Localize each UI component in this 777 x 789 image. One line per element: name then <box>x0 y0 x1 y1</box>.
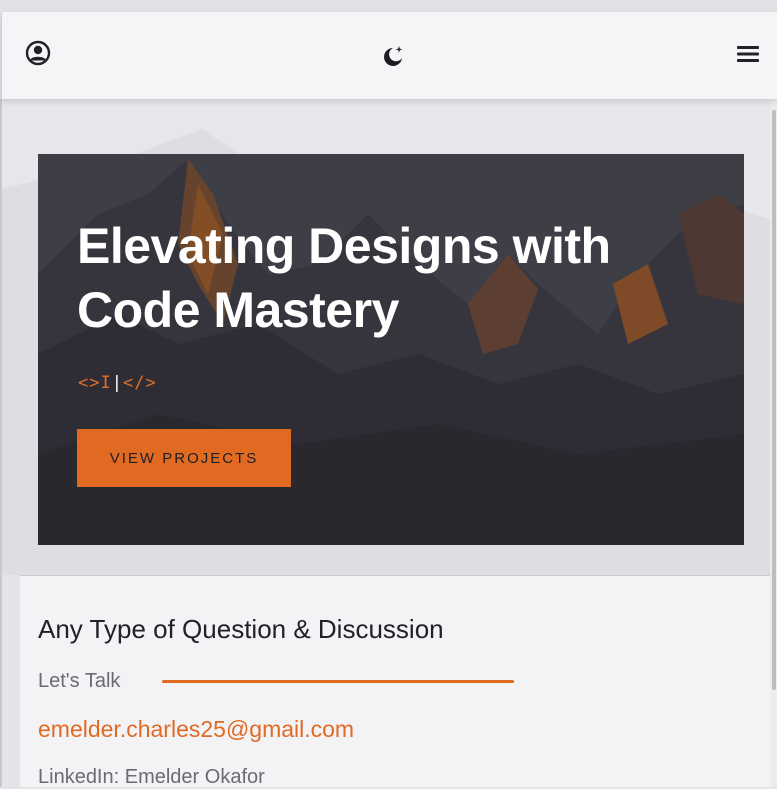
contact-section: Any Type of Question & Discussion Let's … <box>20 576 770 789</box>
hero-banner: Elevating Designs with Code Mastery <>I|… <box>38 154 744 545</box>
typing-cursor: | <box>111 373 123 393</box>
code-tag-typing: <>I|</> <box>78 373 157 393</box>
moon-star-icon <box>384 46 403 66</box>
hero-title: Elevating Designs with Code Mastery <box>77 218 611 338</box>
code-tag-left: <>I <box>78 373 112 393</box>
app-header <box>1 12 777 99</box>
linkedin-link[interactable]: LinkedIn: Emelder Okafor <box>38 766 265 789</box>
accent-line <box>162 680 514 683</box>
top-strip <box>0 0 777 12</box>
view-projects-button[interactable]: VIEW PROJECTS <box>77 429 291 487</box>
scrollbar-thumb[interactable] <box>772 110 776 690</box>
hamburger-menu-icon <box>737 46 759 62</box>
lets-talk-label: Let's Talk <box>38 670 121 692</box>
theme-toggle-button[interactable] <box>379 42 407 70</box>
menu-button[interactable] <box>733 41 763 67</box>
code-tag-right: </> <box>122 373 157 393</box>
contact-title: Any Type of Question & Discussion <box>38 614 444 644</box>
email-link[interactable]: emelder.charles25@gmail.com <box>38 716 354 743</box>
user-circle-icon <box>25 40 51 66</box>
user-profile-button[interactable] <box>24 39 52 67</box>
